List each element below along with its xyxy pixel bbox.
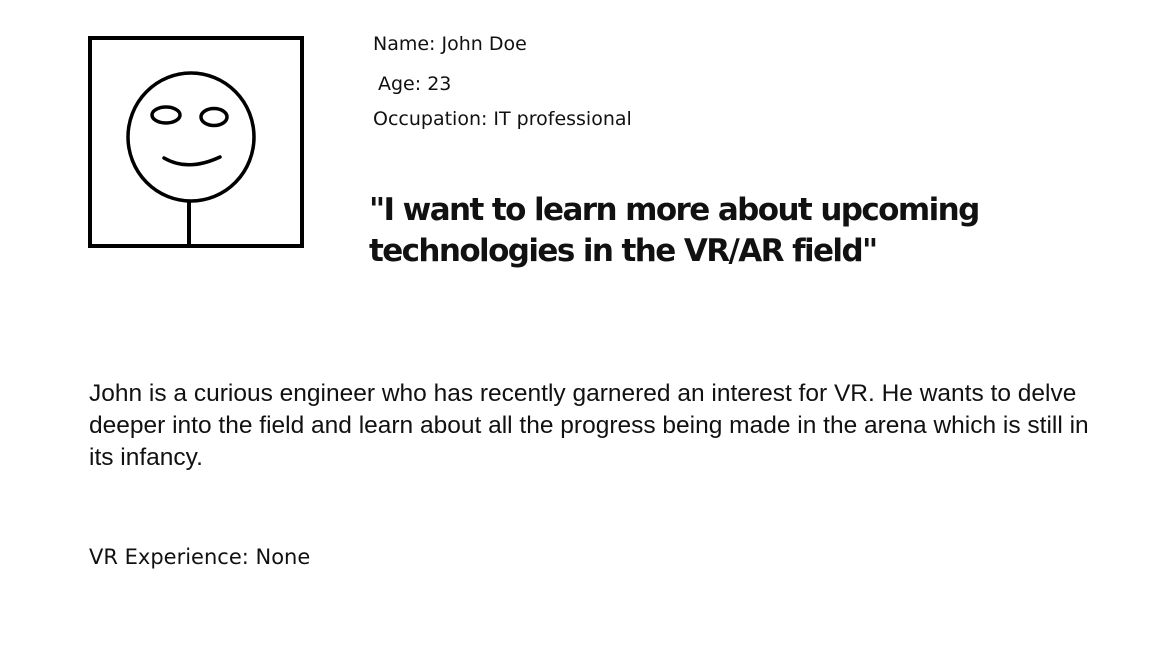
persona-bio: John is a curious engineer who has recen…	[89, 380, 1089, 471]
name-field: Name: John Doe	[373, 33, 527, 55]
right-eye	[199, 106, 229, 128]
head-outline	[126, 71, 256, 203]
age-field: Age: 23	[378, 73, 452, 95]
vr-experience-field: VR Experience: None	[89, 545, 311, 569]
occupation-field: Occupation: IT professional	[373, 108, 632, 130]
avatar-frame	[88, 36, 304, 248]
smile-mouth	[162, 155, 222, 167]
persona-quote: "I want to learn more about upcoming tec…	[369, 192, 980, 269]
smiley-face-icon	[88, 36, 304, 248]
avatar-border	[88, 36, 304, 248]
persona-page: { "persona": { "name_line": "Name: John …	[0, 0, 1152, 648]
left-eye	[150, 105, 182, 125]
